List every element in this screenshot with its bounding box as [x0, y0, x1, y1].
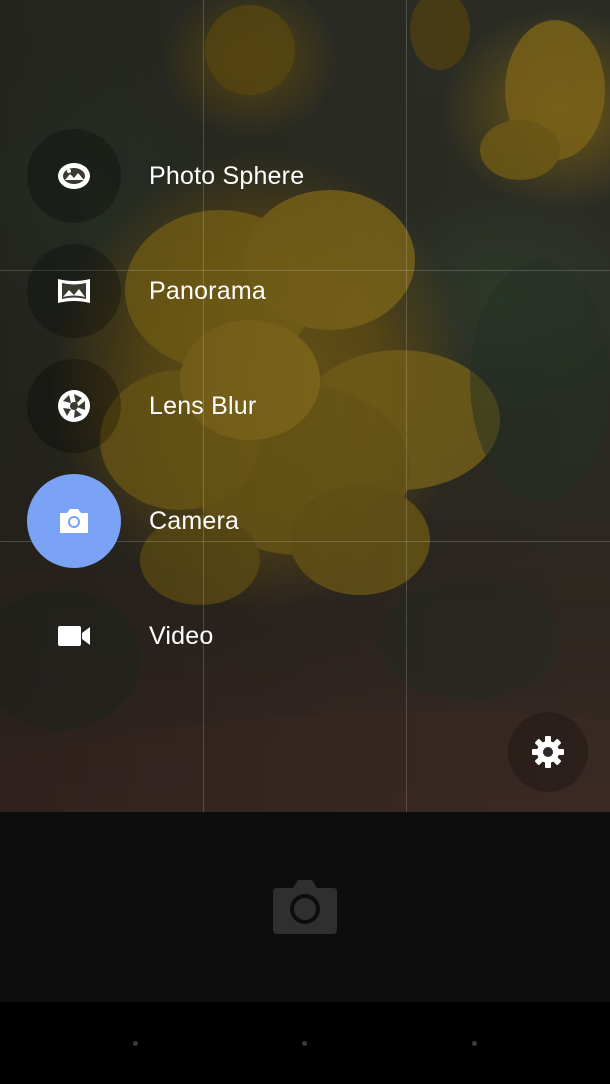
mode-icon-circle-active — [27, 474, 121, 568]
mode-label: Camera — [149, 507, 240, 535]
mode-icon-circle — [27, 129, 121, 223]
mode-item-camera[interactable]: Camera — [0, 471, 610, 571]
mode-icon-circle — [27, 359, 121, 453]
shutter-button[interactable] — [271, 876, 339, 936]
nav-recents-button[interactable] — [472, 1041, 477, 1046]
photo-sphere-icon — [58, 163, 90, 189]
mode-item-photo-sphere[interactable]: Photo Sphere — [0, 126, 610, 226]
bottom-control-bar — [0, 812, 610, 1002]
mode-label: Video — [149, 622, 214, 650]
lens-blur-icon — [58, 390, 90, 422]
gear-icon — [532, 736, 564, 768]
mode-icon-circle — [27, 589, 121, 683]
nav-home-button[interactable] — [302, 1041, 307, 1046]
mode-item-panorama[interactable]: Panorama — [0, 241, 610, 341]
video-icon — [58, 626, 90, 646]
camera-icon — [60, 509, 88, 533]
mode-item-video[interactable]: Video — [0, 586, 610, 686]
mode-label: Lens Blur — [149, 392, 257, 420]
mode-label: Photo Sphere — [149, 162, 305, 190]
settings-button[interactable] — [508, 712, 588, 792]
system-nav-bar — [0, 1002, 610, 1084]
mode-item-lens-blur[interactable]: Lens Blur — [0, 356, 610, 456]
panorama-icon — [58, 279, 90, 303]
nav-back-button[interactable] — [133, 1041, 138, 1046]
camera-app: Photo Sphere Panorama Lens Blur Camera V… — [0, 0, 610, 1084]
mode-label: Panorama — [149, 277, 266, 305]
camera-shutter-icon — [273, 880, 337, 934]
mode-icon-circle — [27, 244, 121, 338]
